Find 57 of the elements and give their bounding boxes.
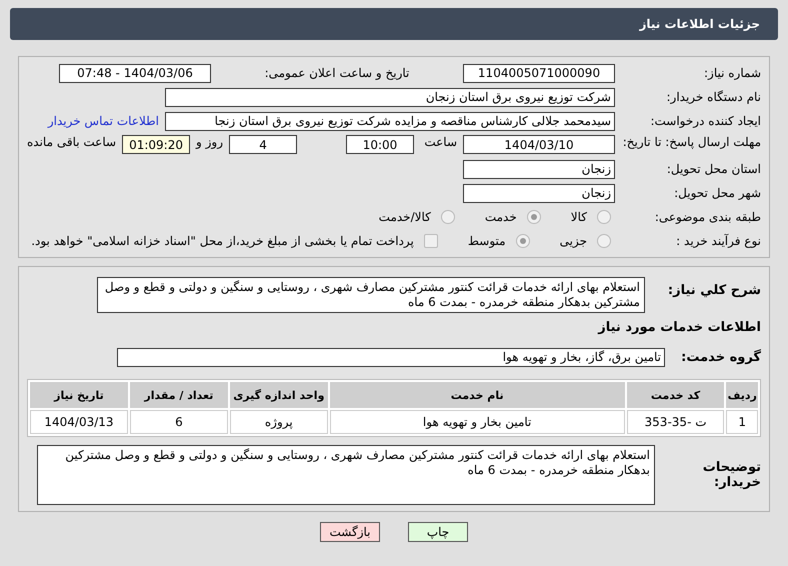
column-header: کد خدمت bbox=[626, 382, 724, 408]
field-label: استان محل تحویل: bbox=[666, 162, 761, 176]
creator-field: سیدمحمد جلالی کارشناس مناقصه و مزایده شرکت توزیع نیروی برق استان زنجا bbox=[165, 112, 615, 130]
table-cell: پروژه bbox=[230, 410, 328, 434]
radio-button[interactable] bbox=[516, 234, 530, 248]
field-label: توضیحات خریدار: bbox=[702, 460, 761, 490]
field-label: نوع فرآیند خرید : bbox=[675, 234, 761, 248]
print-button[interactable]: چاپ bbox=[408, 522, 468, 542]
field-label: تاریخ و ساعت اعلان عمومی: bbox=[264, 66, 410, 80]
field-label: گروه خدمت: bbox=[680, 350, 761, 364]
column-header: ردیف bbox=[726, 382, 758, 408]
table-cell: 1404/03/13 bbox=[30, 410, 128, 434]
column-header: واحد اندازه گیری bbox=[230, 382, 328, 408]
buyer-field: شرکت توزیع نیروی برق استان زنجان bbox=[165, 88, 615, 106]
radio-button[interactable] bbox=[526, 210, 541, 224]
deadline-time-field: 10:00 bbox=[346, 135, 414, 154]
remaining-time-field: 01:09:20 bbox=[122, 135, 190, 154]
field-label: نام دستگاه خریدار: bbox=[666, 90, 761, 104]
table-cell: 1 bbox=[726, 410, 758, 434]
column-header: نام خدمت bbox=[330, 382, 625, 408]
field-label: ساعت باقی مانده bbox=[27, 135, 116, 149]
radio-label: متوسط bbox=[468, 234, 506, 248]
field-label: طبقه بندی موضوعی: bbox=[654, 210, 761, 224]
radio-label: جزیی bbox=[560, 234, 587, 248]
panel-title: جزئیات اطلاعات نیاز bbox=[10, 8, 778, 40]
column-header: تاریخ نیاز bbox=[30, 382, 128, 408]
announce-date-field: 1404/03/06 - 07:48 bbox=[59, 64, 211, 82]
contact-link[interactable]: اطلاعات تماس خریدار bbox=[48, 114, 159, 128]
checkbox[interactable] bbox=[424, 234, 438, 248]
field-label: مهلت ارسال پاسخ: تا تاریخ: bbox=[622, 135, 761, 149]
field-label: ایجاد کننده درخواست: bbox=[649, 114, 761, 128]
field-label: شماره نیاز: bbox=[703, 66, 761, 80]
section-title: اطلاعات خدمات مورد نیاز bbox=[596, 320, 761, 334]
days-field: 4 bbox=[229, 135, 298, 154]
radio-label: کالا/خدمت bbox=[378, 210, 431, 224]
radio-button[interactable] bbox=[597, 234, 611, 248]
table-cell: ت -35-353 bbox=[626, 410, 724, 434]
service-group-field: تامین برق، گاز، بخار و تهویه هوا bbox=[117, 348, 665, 366]
field-label: شرح کلي نياز: bbox=[666, 282, 761, 298]
radio-button[interactable] bbox=[597, 210, 611, 224]
province-field: زنجان bbox=[463, 160, 615, 178]
back-button[interactable]: بازگشت bbox=[320, 522, 380, 542]
radio-label: کالا bbox=[570, 210, 587, 224]
notes-textarea[interactable]: استعلام بهای ارائه خدمات قرائت کنتور مشترکین مصارف شهری ، روستایی و سنگین و دولتی و قطع و وصل مشترکین بدهکار منطقه خرمدره - بمدت 6 ماه bbox=[37, 445, 655, 505]
checkbox-label: پرداخت تمام یا بخشی از مبلغ خرید،از محل "اسناد خزانه اسلامی" خواهد بود. bbox=[31, 234, 414, 248]
need-number-field: 1104005071000090 bbox=[463, 64, 615, 82]
field-label: ساعت bbox=[423, 135, 457, 149]
table-cell: تامین بخار و تهویه هوا bbox=[330, 410, 625, 434]
table-cell: 6 bbox=[130, 410, 228, 434]
city-field: زنجان bbox=[463, 184, 615, 202]
column-header: تعداد / مقدار bbox=[130, 382, 228, 408]
radio-button[interactable] bbox=[440, 210, 455, 224]
field-label: شهر محل تحویل: bbox=[673, 186, 761, 200]
deadline-date-field: 1404/03/10 bbox=[463, 135, 615, 154]
field-label: روز و bbox=[196, 135, 224, 149]
description-textarea[interactable]: استعلام بهای ارائه خدمات قرائت کنتور مشترکین مصارف شهری ، روستایی و سنگین و دولتی و قطع و وصل مشترکین بدهکار منطقه خرمدره - بمدت 6 ماه bbox=[97, 277, 645, 313]
radio-label: خدمت bbox=[484, 210, 517, 224]
